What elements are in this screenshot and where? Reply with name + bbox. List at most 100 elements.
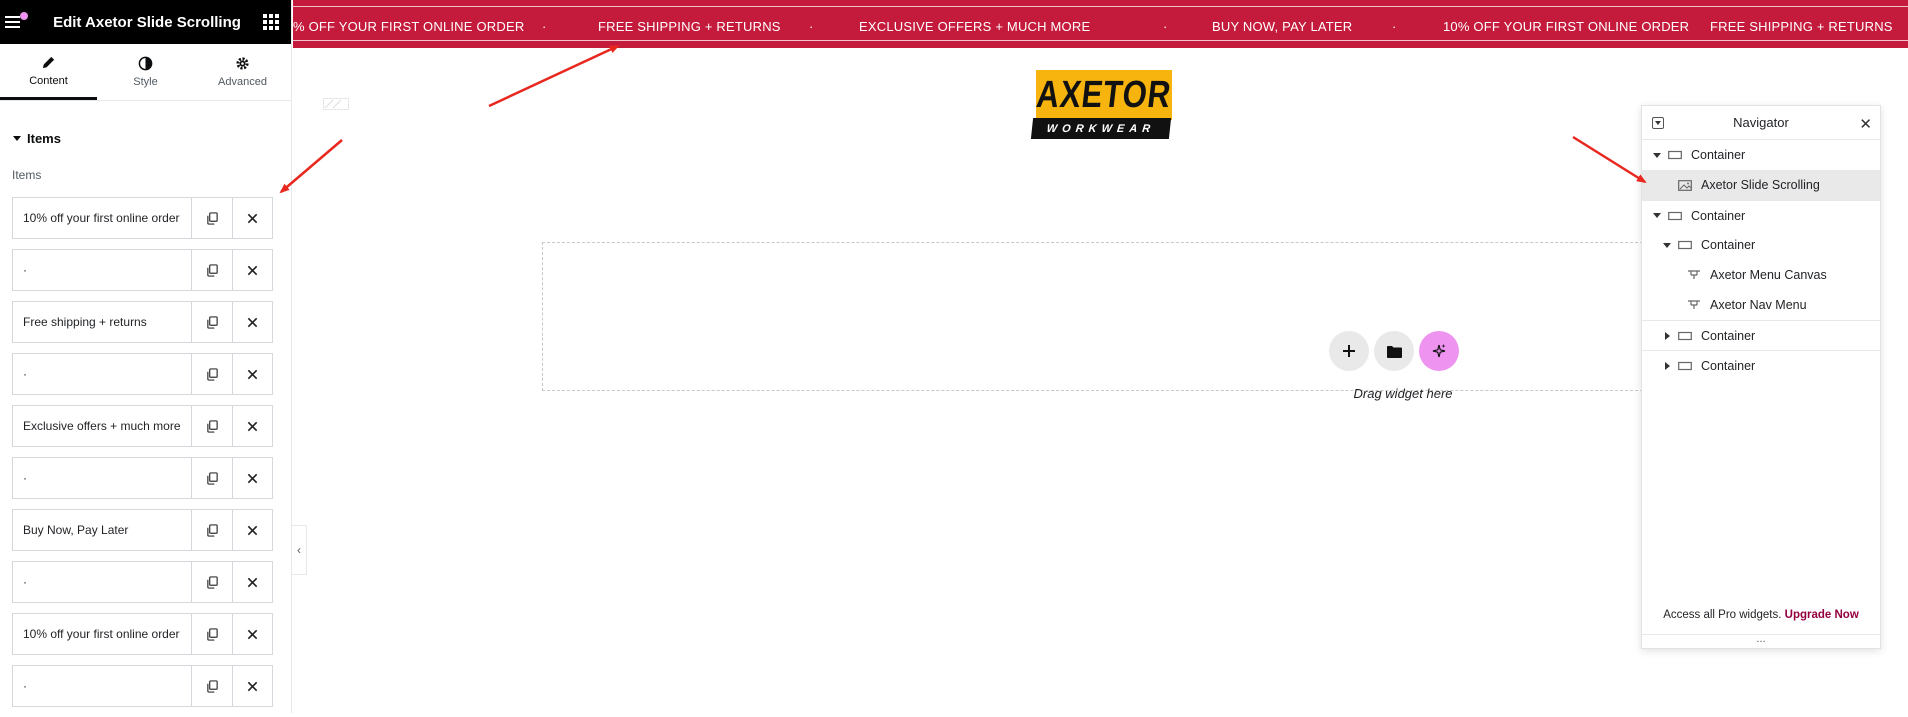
navigator-item-label: Container (1691, 148, 1746, 162)
remove-button[interactable] (232, 354, 272, 394)
tab-label: Advanced (218, 76, 267, 88)
marquee-item: % OFF YOUR FIRST ONLINE ORDER (293, 19, 525, 34)
dropzone-buttons (1329, 331, 1459, 371)
remove-button[interactable] (232, 458, 272, 498)
remove-button[interactable] (232, 250, 272, 290)
duplicate-icon (206, 211, 218, 225)
navigator-item[interactable]: Container (1642, 320, 1880, 350)
sparkles-icon (1432, 344, 1446, 358)
navigator-footer: Access all Pro widgets. Upgrade Now (1642, 609, 1880, 621)
add-template-button[interactable] (1374, 331, 1414, 371)
pencil-icon (42, 56, 55, 68)
navigator-panel: Navigator ✕ Container Axetor Slide Scroll… (1641, 105, 1881, 649)
logo-subtext: WORKWEAR (1046, 122, 1156, 135)
marquee-item: FREE SHIPPING + RETURNS (598, 19, 781, 34)
announcement-marquee: % OFF YOUR FIRST ONLINE ORDER · FREE SHIPP… (293, 0, 1908, 48)
repeater-item-title[interactable]: · (13, 666, 192, 706)
tab-content[interactable]: Content (0, 44, 97, 100)
duplicate-button[interactable] (192, 250, 232, 290)
repeater-item-title[interactable]: 10% off your first online order (13, 614, 192, 654)
remove-button[interactable] (232, 302, 272, 342)
remove-button[interactable] (232, 614, 272, 654)
empty-container-dropzone[interactable] (542, 242, 1668, 391)
duplicate-icon (206, 315, 218, 329)
marquee-separator: · (1628, 19, 1633, 34)
duplicate-button[interactable] (192, 198, 232, 238)
remove-button[interactable] (232, 666, 272, 706)
repeater-item-title[interactable]: Buy Now, Pay Later (13, 510, 192, 550)
navigator-item-label: Container (1701, 328, 1756, 343)
close-icon[interactable]: ✕ (1859, 115, 1872, 133)
close-icon (247, 525, 258, 535)
logo-bottom: WORKWEAR (1030, 118, 1172, 139)
navigator-item[interactable]: Container (1642, 350, 1880, 380)
duplicate-button[interactable] (192, 406, 232, 446)
duplicate-button[interactable] (192, 302, 232, 342)
navigator-item[interactable]: Container (1642, 140, 1880, 170)
tab-style[interactable]: Style (97, 44, 194, 100)
duplicate-button[interactable] (192, 354, 232, 394)
section-toggle-items[interactable]: Items (13, 131, 291, 146)
repeater-item-title[interactable]: · (13, 562, 192, 602)
axetor-logo[interactable]: AXETOR WORKWEAR (1030, 70, 1174, 142)
repeater-row: 10% off your first online order (12, 197, 273, 239)
navigator-header[interactable]: Navigator ✕ (1642, 106, 1880, 140)
navigator-item[interactable]: Container (1642, 230, 1880, 260)
caret-down-icon[interactable] (1653, 152, 1661, 158)
tab-label: Content (29, 74, 68, 87)
navigator-item[interactable]: Axetor Nav Menu (1642, 290, 1880, 320)
close-icon (247, 577, 258, 587)
navigator-item[interactable]: Axetor Slide Scrolling (1642, 170, 1880, 200)
caret-right-icon[interactable] (1664, 331, 1670, 340)
remove-button[interactable] (232, 406, 272, 446)
marquee-separator: · (1392, 19, 1397, 34)
hamburger-menu-button[interactable] (5, 9, 31, 35)
nav-caret (1660, 242, 1674, 248)
gear-icon (236, 57, 249, 70)
ai-generate-button[interactable] (1419, 331, 1459, 371)
remove-button[interactable] (232, 198, 272, 238)
duplicate-button[interactable] (192, 562, 232, 602)
duplicate-button[interactable] (192, 614, 232, 654)
collapse-all-icon[interactable] (1652, 117, 1664, 129)
duplicate-icon (206, 679, 218, 693)
logo-text: AXETOR (1034, 73, 1174, 116)
add-section-button[interactable] (1329, 331, 1369, 371)
navigator-item-label: Container (1691, 208, 1746, 223)
caret-right-icon[interactable] (1664, 361, 1670, 370)
tab-advanced[interactable]: Advanced (194, 44, 291, 100)
duplicate-icon (206, 367, 218, 381)
marquee-item: EXCLUSIVE OFFERS + MUCH MORE (859, 19, 1091, 34)
repeater-item-title[interactable]: · (13, 458, 192, 498)
close-icon (247, 473, 258, 483)
navigator-item[interactable]: Axetor Menu Canvas (1642, 260, 1880, 290)
remove-button[interactable] (232, 562, 272, 602)
caret-down-icon[interactable] (1653, 213, 1661, 218)
marquee-separator: · (809, 19, 814, 34)
repeater-item-title[interactable]: 10% off your first online order (13, 198, 192, 238)
hamburger-icon (5, 16, 20, 18)
caret-down-icon[interactable] (1663, 242, 1671, 248)
logo-top: AXETOR (1034, 70, 1174, 120)
navigator-item-label: Axetor Slide Scrolling (1701, 178, 1820, 192)
resize-handle[interactable]: ... (1642, 634, 1880, 648)
duplicate-icon (206, 471, 218, 485)
nav-caret (1660, 361, 1674, 370)
remove-button[interactable] (232, 510, 272, 550)
apps-grid-icon[interactable] (263, 14, 279, 30)
repeater-item-title[interactable]: · (13, 250, 192, 290)
duplicate-button[interactable] (192, 666, 232, 706)
marquee-item: BUY NOW, PAY LATER (1212, 19, 1353, 34)
duplicate-button[interactable] (192, 510, 232, 550)
repeater-item-title[interactable]: Exclusive offers + much more (13, 406, 192, 446)
repeater-item-title[interactable]: Free shipping + returns (13, 302, 192, 342)
repeater-row: · (12, 665, 273, 707)
repeater-row: Free shipping + returns (12, 301, 273, 343)
marquee-separator: · (1163, 19, 1168, 34)
repeater-item-title[interactable]: · (13, 354, 192, 394)
navigator-item[interactable]: Container (1642, 200, 1880, 230)
navigator-item-label: Axetor Menu Canvas (1710, 268, 1827, 282)
upgrade-now-link[interactable]: Upgrade Now (1785, 609, 1859, 621)
widget-icon (1687, 270, 1701, 280)
duplicate-button[interactable] (192, 458, 232, 498)
